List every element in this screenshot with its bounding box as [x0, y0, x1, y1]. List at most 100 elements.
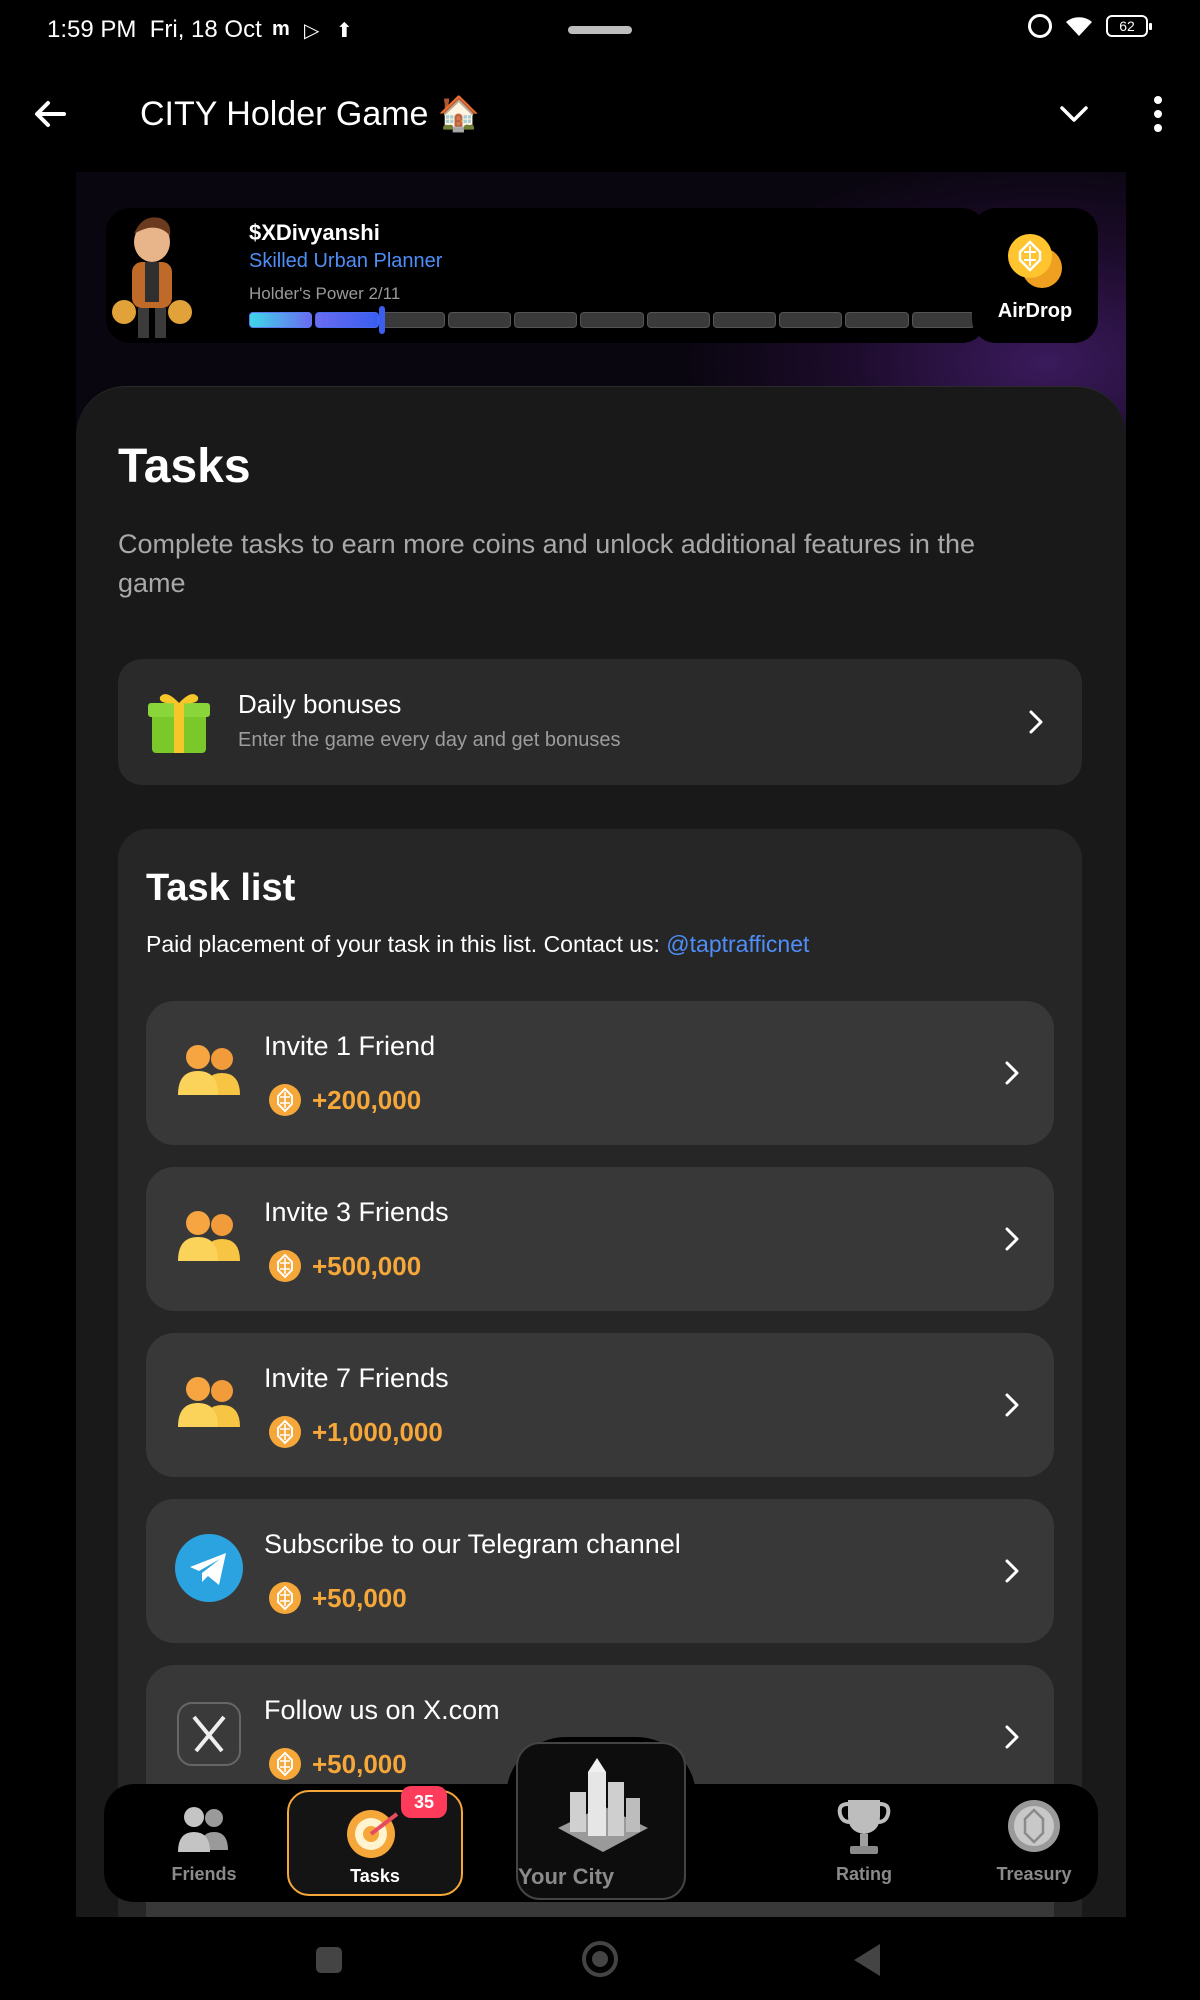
coin-icon: [269, 1748, 301, 1780]
nav-your-city[interactable]: Your City: [516, 1742, 686, 1900]
task-reward: +1,000,000: [268, 1415, 443, 1449]
contact-link[interactable]: @taptrafficnet: [666, 931, 809, 957]
back-arrow-icon[interactable]: [28, 92, 72, 136]
chevron-right-icon: [1005, 1227, 1019, 1251]
coin-icon: [269, 1084, 301, 1116]
power-segment: [315, 312, 379, 328]
reward-amount: +50,000: [312, 1748, 407, 1779]
notification-m-icon: m: [272, 18, 290, 40]
status-indicators: 62: [1028, 14, 1152, 38]
holders-power-label: Holder's Power 2/11: [249, 284, 401, 303]
avatar: [112, 217, 192, 338]
task-title: Invite 3 Friends: [264, 1197, 449, 1227]
city-icon: [558, 1758, 648, 1852]
task-title: Invite 7 Friends: [264, 1363, 449, 1393]
reward-amount: +1,000,000: [312, 1416, 443, 1447]
user-rank: Skilled Urban Planner: [249, 250, 443, 272]
recents-button[interactable]: [316, 1947, 342, 1973]
friends-icon: [178, 1211, 240, 1261]
power-segment: [646, 312, 710, 328]
task-reward: +200,000: [268, 1083, 421, 1117]
trophy-icon: [837, 1800, 891, 1854]
power-segment: [911, 312, 975, 328]
power-segment: [514, 312, 578, 328]
tasks-panel: Tasks Complete tasks to earn more coins …: [76, 386, 1126, 1917]
target-icon: [347, 1810, 399, 1858]
game-view: $XDivyanshi Skilled Urban Planner Holder…: [76, 172, 1126, 1917]
x-logo-icon: [177, 1702, 241, 1766]
notification-play-icon: ▷: [304, 20, 320, 42]
system-navigation-bar: [0, 1917, 1200, 2000]
telegram-icon: [175, 1534, 243, 1602]
page-description: Complete tasks to earn more coins and un…: [118, 529, 975, 598]
treasury-coin-icon: [1008, 1800, 1060, 1852]
profile-card[interactable]: $XDivyanshi Skilled Urban Planner Holder…: [106, 208, 986, 343]
system-back-button[interactable]: [854, 1944, 880, 1976]
daily-bonuses-subtitle: Enter the game every day and get bonuses: [238, 729, 621, 751]
task-title: Subscribe to our Telegram channel: [264, 1529, 681, 1559]
chevron-right-icon: [1005, 1061, 1019, 1085]
friends-nav-icon: [178, 1807, 228, 1852]
nav-city-label: Your City: [518, 1864, 615, 1889]
nav-friends[interactable]: Friends: [144, 1784, 264, 1902]
nav-tasks[interactable]: 35 Tasks: [287, 1786, 463, 1896]
task-title: Follow us on X.com: [264, 1695, 500, 1725]
task-item-invite-3[interactable]: Invite 3 Friends +500,000: [146, 1167, 1054, 1311]
friends-icon: [178, 1045, 240, 1095]
status-bar: 1:59 PM Fri, 18 Oct m ▷ ⬆ 62: [0, 0, 1200, 60]
task-item-invite-7[interactable]: Invite 7 Friends +1,000,000: [146, 1333, 1054, 1477]
task-list-note: Paid placement of your task in this list…: [146, 931, 809, 958]
coin-icon: [269, 1416, 301, 1448]
task-list-note-text: Paid placement of your task in this list…: [146, 931, 660, 957]
task-item-telegram[interactable]: Subscribe to our Telegram channel +50,00…: [146, 1499, 1054, 1643]
nav-rating[interactable]: Rating: [804, 1784, 924, 1902]
username: $XDivyanshi: [249, 220, 380, 245]
alarm-icon: [1028, 14, 1052, 38]
wifi-icon: [1066, 17, 1092, 36]
daily-bonuses-card[interactable]: Daily bonuses Enter the game every day a…: [118, 659, 1082, 785]
notification-upload-icon: ⬆: [336, 20, 353, 42]
nav-friends-label: Friends: [171, 1864, 237, 1884]
reward-amount: +500,000: [312, 1250, 422, 1281]
coin-icon: [269, 1250, 301, 1282]
power-segment: [779, 312, 843, 328]
chevron-right-icon: [1029, 710, 1043, 734]
page-title: Tasks: [118, 440, 251, 493]
window-drag-handle[interactable]: [568, 26, 632, 34]
power-progress-marker: [379, 306, 385, 334]
task-item-invite-1[interactable]: Invite 1 Friend +200,000: [146, 1001, 1054, 1145]
daily-bonuses-title: Daily bonuses: [238, 689, 402, 719]
reward-amount: +50,000: [312, 1582, 407, 1613]
nav-rating-label: Rating: [836, 1864, 892, 1884]
home-button[interactable]: [582, 1941, 618, 1977]
chevron-down-icon[interactable]: [1056, 96, 1092, 132]
battery-indicator: 62: [1106, 15, 1152, 37]
power-segment: [447, 312, 512, 328]
friends-icon: [178, 1377, 240, 1427]
status-time: 1:59 PM Fri, 18 Oct: [47, 16, 262, 43]
power-segment: [249, 312, 313, 328]
power-segment: [381, 312, 445, 328]
power-segment: [580, 312, 644, 328]
chevron-right-icon: [1005, 1393, 1019, 1417]
airdrop-label: AirDrop: [997, 300, 1073, 322]
airdrop-button[interactable]: AirDrop: [972, 208, 1098, 343]
more-options-icon[interactable]: [1140, 92, 1176, 136]
reward-amount: +200,000: [312, 1084, 422, 1115]
coin-icon: [269, 1582, 301, 1614]
nav-treasury-label: Treasury: [996, 1864, 1072, 1884]
tasks-badge: 35: [401, 1786, 447, 1818]
power-segment: [712, 312, 777, 328]
task-reward: +50,000: [268, 1747, 407, 1781]
app-title: CITY Holder Game 🏠: [140, 95, 481, 133]
holders-power-progress: [249, 312, 975, 328]
nav-tasks-label: Tasks: [350, 1866, 400, 1886]
task-reward: +500,000: [268, 1249, 421, 1283]
chevron-right-icon: [1005, 1725, 1019, 1749]
nav-treasury[interactable]: Treasury: [974, 1784, 1094, 1902]
gift-icon: [148, 694, 210, 753]
app-bar: CITY Holder Game 🏠: [0, 60, 1200, 170]
task-title: Invite 1 Friend: [264, 1031, 436, 1061]
task-reward: +50,000: [268, 1581, 407, 1615]
coins-icon: [1008, 234, 1062, 288]
